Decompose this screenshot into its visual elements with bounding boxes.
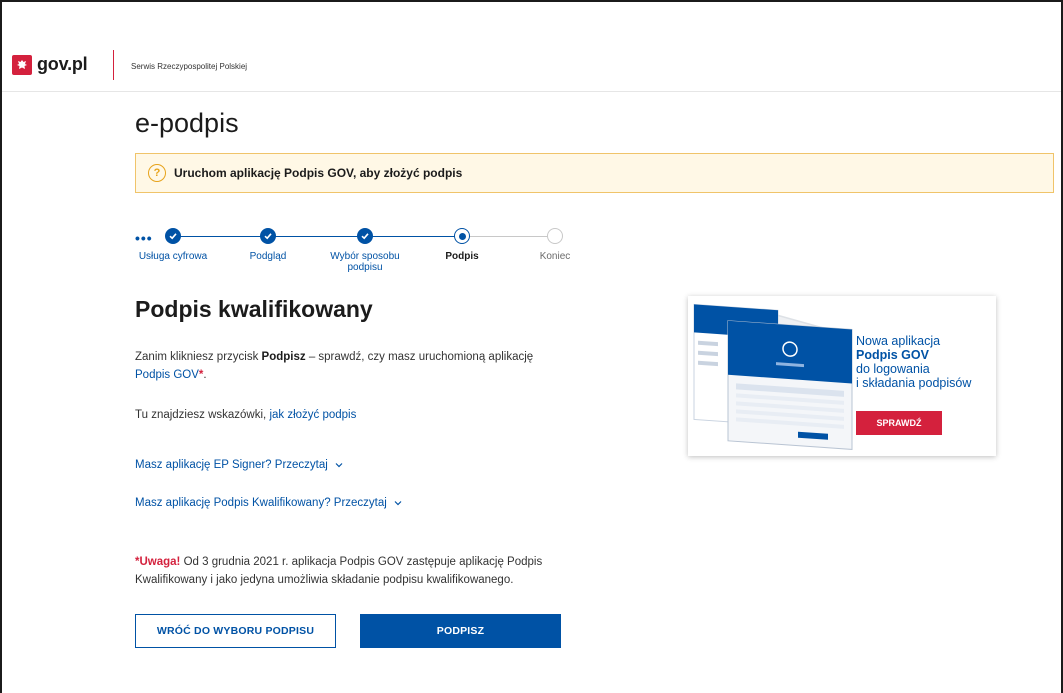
promo-line-2: Podpis GOV: [856, 348, 929, 362]
step-wybor-sposobu: Wybór sposobu podpisu: [320, 228, 410, 273]
intro-bold: Podpisz: [261, 351, 306, 363]
promo-line-1: Nowa aplikacja: [856, 334, 941, 348]
warning-note: *Uwaga! Od 3 grudnia 2021 r. aplikacja P…: [135, 553, 605, 589]
current-step-icon: [454, 228, 470, 244]
promo-line-3: do logowania: [856, 362, 930, 376]
page-title: e-podpis: [135, 108, 239, 138]
intro-end: .: [203, 369, 207, 381]
info-alert: ? Uruchom aplikację Podpis GOV, aby złoż…: [135, 153, 1054, 193]
expander-label: Masz aplikację Podpis Kwalifikowany? Prz…: [135, 497, 387, 509]
chevron-down-icon: [394, 501, 402, 506]
expander-label: Masz aplikację EP Signer? Przeczytaj: [135, 459, 328, 471]
header-divider: [113, 50, 114, 80]
eagle-icon: [17, 59, 27, 69]
intro-text: Zanim klikniesz przycisk: [135, 351, 262, 363]
back-to-signature-choice-button[interactable]: WRÓĆ DO WYBORU PODPISU: [135, 614, 336, 648]
podpis-kwalifikowany-expander[interactable]: Masz aplikację Podpis Kwalifikowany? Prz…: [135, 497, 403, 509]
pending-step-icon: [547, 228, 563, 244]
section-heading: Podpis kwalifikowany: [135, 296, 373, 322]
ep-signer-expander[interactable]: Masz aplikację EP Signer? Przeczytaj: [135, 459, 344, 471]
alert-text: Uruchom aplikację Podpis GOV, aby złożyć…: [174, 166, 463, 180]
logo-text: gov.pl: [37, 54, 88, 74]
check-app-button[interactable]: SPRAWDŹ: [856, 411, 942, 435]
step-label: Podgląd: [249, 251, 287, 262]
promo-line-4: i składania podpisów: [856, 376, 972, 390]
check-icon: [165, 228, 181, 244]
step-label: Koniec: [539, 251, 571, 262]
step-koniec: Koniec: [510, 228, 600, 262]
step-podpis: Podpis: [417, 228, 507, 262]
step-label: Wybór sposobu podpisu: [330, 251, 400, 273]
sign-button[interactable]: PODPISZ: [360, 614, 561, 648]
site-header: gov.pl Serwis Rzeczypospolitej Polskiej: [2, 2, 1061, 92]
progress-stepper: ••• Usługa cyfrowa Podgląd Wybór sposobu…: [135, 228, 595, 288]
check-icon: [260, 228, 276, 244]
step-label: Usługa cyfrowa: [138, 251, 208, 262]
intro-text-2: – sprawdź, czy masz uruchomioną aplikacj…: [305, 351, 534, 363]
hint-text: Tu znajdziesz wskazówki,: [135, 409, 270, 421]
service-name: Serwis Rzeczypospolitej Polskiej: [131, 62, 248, 71]
question-icon: ?: [148, 164, 166, 182]
step-podglad: Podgląd: [223, 228, 313, 262]
gov-logo[interactable]: gov.pl: [12, 54, 88, 75]
eagle-emblem-icon: [12, 54, 32, 75]
check-icon: [357, 228, 373, 244]
app-screenshot-illustration: [693, 303, 853, 451]
step-label: Podpis: [445, 251, 479, 262]
warning-text: Od 3 grudnia 2021 r. aplikacja Podpis GO…: [135, 556, 543, 586]
promo-text: Nowa aplikacja Podpis GOV do logowania i…: [856, 334, 971, 390]
step-usluga-cyfrowa: Usługa cyfrowa: [128, 228, 218, 262]
promo-banner[interactable]: Nowa aplikacja Podpis GOV do logowania i…: [688, 296, 996, 456]
hint-paragraph: Tu znajdziesz wskazówki, jak złożyć podp…: [135, 406, 595, 424]
intro-paragraph: Zanim klikniesz przycisk Podpisz – spraw…: [135, 348, 595, 384]
how-to-sign-link[interactable]: jak złożyć podpis: [269, 409, 356, 421]
podpis-gov-link[interactable]: Podpis GOV: [135, 369, 199, 381]
warning-label: *Uwaga!: [135, 556, 181, 568]
chevron-down-icon: [335, 463, 343, 468]
